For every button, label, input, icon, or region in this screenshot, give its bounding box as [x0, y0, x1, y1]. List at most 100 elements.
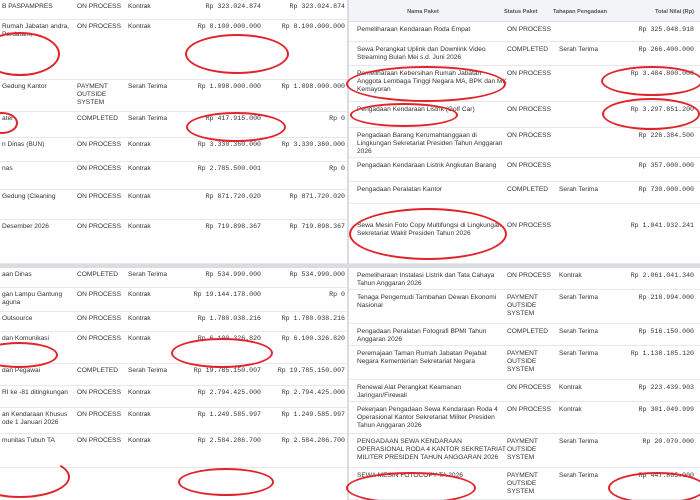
right-top-table: Nama Paket Status Paket Tahapan Pengadaan T… [349, 0, 700, 264]
table-row: Sewa Perangkat Uplink dan Downlink Video… [349, 42, 700, 66]
value-cell: Rp 719.898.367 [205, 223, 261, 230]
table-row: Pekerjaan Pengadaan Sewa Kendaraan Roda … [349, 402, 700, 434]
package-name: Gedung (Cleaning [2, 193, 56, 200]
value-cell: Rp 516.150.000 [638, 328, 694, 335]
table-header: Nama Paket Status Paket Tahapan Pengadaan T… [349, 0, 700, 22]
stage-cell: Serah Terima [559, 46, 599, 53]
status-cell: ON PROCESS [77, 23, 121, 30]
header-package-name: Nama Paket [407, 9, 439, 15]
table-row: SEWA MESIN FOTOCOPY TA 2026 PAYMENT OUTSI… [349, 468, 700, 500]
stage-cell: Kontrak [128, 141, 151, 148]
stage-cell: Kontrak [559, 384, 582, 391]
realization-cell: Rp 323.024.874 [289, 3, 345, 10]
status-cell: ON PROCESS [507, 272, 551, 279]
status-cell: ON PROCESS [77, 165, 121, 172]
package-name: B PASPAMPRES [2, 3, 53, 10]
package-name: Pengadaan Peralatan Kantor [357, 186, 443, 193]
package-name: ater [2, 115, 14, 122]
package-name: RI ke -81 ditingkungan [2, 389, 68, 396]
table-row: an Kendaraan Khusus ode 1 Januari 2026 ON… [0, 408, 347, 434]
table-row: nas ON PROCESS Kontrak Rp 2.785.500.001 Rp 0 [0, 162, 347, 190]
table-row: ater COMPLETED Serah Terima Rp 417.915.000 R… [0, 112, 347, 138]
value-cell: Rp 6.100.326.820 [197, 335, 261, 342]
realization-cell: Rp 8.100.000.000 [281, 23, 345, 30]
realization-cell: Rp 2.584.286.700 [281, 437, 345, 444]
value-cell: Rp 19.785.150.007 [193, 367, 261, 374]
package-name: Pengadaan Kendaraan Listrik (Golf Car) [357, 106, 475, 113]
stage-cell: Kontrak [128, 437, 151, 444]
status-cell: ON PROCESS [77, 193, 121, 200]
table-row: Rumah Jabatan andra, Perdatam, ON PROCESS… [0, 20, 347, 80]
value-cell: Rp 223.439.903 [638, 384, 694, 391]
realization-cell: Rp 1.780.038.216 [281, 315, 345, 322]
stage-cell: Kontrak [128, 389, 151, 396]
realization-cell: Rp 6.100.326.820 [281, 335, 345, 342]
value-cell: Rp 301.049.999 [638, 406, 694, 413]
value-cell: Rp 534.990.000 [205, 271, 261, 278]
package-name: Peremajaan Taman Rumah Jabatan Pejabat N… [357, 350, 487, 365]
realization-cell: Rp 0 [329, 165, 345, 172]
realization-cell: Rp 19.785.150.007 [277, 367, 345, 374]
value-cell: Rp 2.584.286.700 [197, 437, 261, 444]
realization-cell: Rp 719.898.367 [289, 223, 345, 230]
stage-cell: Serah Terima [128, 367, 168, 374]
table-row: Pengadaan Kendaraan Listrik (Golf Car) ON… [349, 102, 700, 128]
stage-cell: Kontrak [559, 272, 582, 279]
package-name: Pemeliharaan Instalasi Listrik dan Tata … [357, 272, 495, 287]
right-bottom-table: Pemeliharaan Instalasi Listrik dan Tata … [349, 268, 700, 500]
header-status: Status Paket [504, 9, 538, 15]
header-total-value: Total Nilai (Rp) [654, 9, 694, 15]
table-row: Pengadaan Peralatan Fotografi BPMI Tahun… [349, 324, 700, 346]
header-stage: Tahapan Pengadaan [553, 9, 607, 15]
table-row: Tenaga Pengemudi Tambahan Dewan Ekonomi … [349, 290, 700, 324]
status-cell: COMPLETED [507, 46, 549, 53]
status-cell: PAYMENT OUTSIDE SYSTEM [507, 350, 538, 373]
value-cell: Rp 218.994.000 [638, 294, 694, 301]
status-cell: ON PROCESS [77, 389, 121, 396]
package-name: aan Dinas [2, 271, 32, 278]
stage-cell: Kontrak [128, 223, 151, 230]
table-row: Gedung Kantor PAYMENT OUTSIDE SYSTEM Serah… [0, 80, 347, 112]
status-cell: ON PROCESS [507, 70, 551, 77]
table-row: Peremajaan Taman Rumah Jabatan Pejabat N… [349, 346, 700, 380]
value-cell: Rp 1.138.185.120 [630, 350, 694, 357]
package-name: Pengadaan Kendaraan Listrik Angkutan Bar… [357, 162, 497, 169]
status-cell: PAYMENT OUTSIDE SYSTEM [77, 83, 108, 106]
left-top-table: B PASPAMPRES ON PROCESS Kontrak Rp 323.024.… [0, 0, 347, 264]
status-cell: PAYMENT OUTSIDE SYSTEM [507, 472, 538, 495]
value-cell: Rp 2.794.425.000 [197, 389, 261, 396]
status-cell: ON PROCESS [507, 162, 551, 169]
status-cell: ON PROCESS [77, 291, 121, 298]
package-name: Gedung Kantor [2, 83, 47, 90]
stage-cell: Serah Terima [559, 438, 599, 445]
value-cell: Rp 325.048.918 [638, 26, 694, 33]
stage-cell: Kontrak [128, 3, 151, 10]
realization-cell: Rp 0 [329, 291, 345, 298]
table-row: Pemeliharaan Kendaraan Roda Empat ON PROC… [349, 22, 700, 42]
stage-cell: Serah Terima [128, 83, 168, 90]
status-cell: ON PROCESS [77, 141, 121, 148]
realization-cell: Rp 3.330.360.000 [281, 141, 345, 148]
status-cell: ON PROCESS [507, 26, 551, 33]
left-bottom-table: aan Dinas COMPLETED Serah Terima Rp 534.990… [0, 268, 347, 500]
value-cell: Rp 1.041.932.241 [630, 222, 694, 229]
value-cell: Rp 323.024.874 [205, 3, 261, 10]
status-cell: COMPLETED [77, 115, 119, 122]
package-name: Tenaga Pengemudi Tambahan Dewan Ekonomi … [357, 294, 497, 309]
value-cell: Rp 2.061.041.340 [630, 272, 694, 279]
status-cell: ON PROCESS [77, 315, 121, 322]
table-row: PENGADAAN SEWA KENDARAAN OPERASIONAL ROD… [349, 434, 700, 468]
value-cell: Rp 1.249.585.997 [197, 411, 261, 418]
table-row: Desember 2026 ON PROCESS Kontrak Rp 719.898… [0, 220, 347, 264]
status-cell: COMPLETED [77, 271, 119, 278]
table-row: Pengadaan Peralatan Kantor COMPLETED Serah… [349, 182, 700, 204]
table-row: aan Dinas COMPLETED Serah Terima Rp 534.990… [0, 268, 347, 288]
table-row: Gedung (Cleaning ON PROCESS Kontrak Rp 871.… [0, 190, 347, 220]
package-name: munitas Tubuh TA [2, 437, 55, 444]
value-cell: Rp 3.297.851.200 [630, 106, 694, 113]
status-cell: ON PROCESS [507, 384, 551, 391]
value-cell: Rp 19.144.178.000 [193, 291, 261, 298]
table-row: Outsource ON PROCESS Kontrak Rp 1.780.038.2… [0, 312, 347, 332]
table-row: Sewa Mesin Foto Copy Multifungsi di Ling… [349, 204, 700, 264]
stage-cell: Serah Terima [128, 271, 168, 278]
